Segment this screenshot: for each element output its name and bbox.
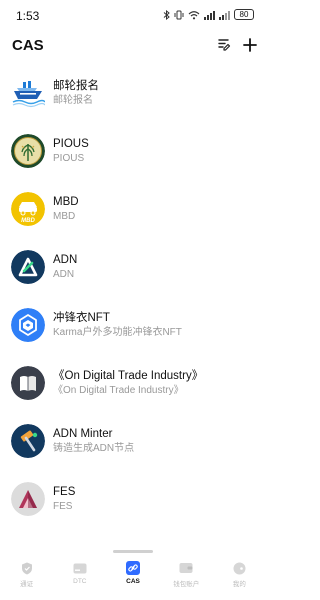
tab-label: 通证 bbox=[20, 581, 34, 588]
list-item-digital-trade[interactable]: 《On Digital Trade Industry》 《On Digital … bbox=[0, 354, 266, 412]
header: CAS bbox=[0, 30, 266, 60]
item-subtitle: 《On Digital Trade Industry》 bbox=[53, 385, 184, 396]
tab-token[interactable]: 通证 bbox=[0, 556, 53, 600]
cruise-ship-logo bbox=[11, 76, 45, 110]
tab-label: 我的 bbox=[232, 581, 246, 588]
item-subtitle: 邮轮报名 bbox=[53, 95, 93, 106]
item-name: 邮轮报名 bbox=[53, 80, 99, 92]
card-icon bbox=[73, 561, 87, 575]
status-icons: 80 bbox=[163, 9, 254, 20]
list-item-jacket-nft[interactable]: 冲锋衣NFT Karma户外多功能冲锋衣NFT bbox=[0, 296, 266, 354]
tab-profile[interactable]: 我的 bbox=[213, 556, 266, 600]
list-item-cruise[interactable]: 邮轮报名 邮轮报名 bbox=[0, 64, 266, 122]
page-title: CAS bbox=[12, 37, 44, 54]
scroll-handle bbox=[113, 550, 153, 553]
vibrate-icon bbox=[174, 10, 184, 19]
list-item-mbd[interactable]: MBD MBD MBD bbox=[0, 180, 266, 238]
item-name: MBD bbox=[53, 196, 79, 208]
status-time: 1:53 bbox=[16, 9, 40, 23]
app-list: 邮轮报名 邮轮报名 PIOUS PIOUS MBD MBD MBD ADN AD… bbox=[0, 64, 266, 528]
adn-logo bbox=[11, 250, 45, 284]
adn-minter-logo bbox=[11, 424, 45, 458]
battery-icon: 80 bbox=[234, 9, 254, 20]
bottom-tab-bar: 通证 DTC CAS 钱包账户 我的 bbox=[0, 556, 266, 600]
list-item-fes[interactable]: FES FES bbox=[0, 470, 266, 528]
wallet-icon bbox=[179, 561, 193, 575]
item-subtitle: 铸造生成ADN节点 bbox=[53, 443, 135, 454]
tab-cas[interactable]: CAS bbox=[106, 556, 159, 600]
svg-text:MBD: MBD bbox=[21, 218, 35, 224]
item-subtitle: ADN bbox=[53, 269, 75, 280]
signal-icon bbox=[204, 10, 215, 20]
fes-logo bbox=[11, 482, 45, 516]
add-button[interactable] bbox=[242, 37, 258, 53]
list-item-adn-minter[interactable]: ADN Minter 铸造生成ADN节点 bbox=[0, 412, 266, 470]
item-name: FES bbox=[53, 486, 76, 498]
item-name: PIOUS bbox=[53, 138, 89, 150]
list-item-pious[interactable]: PIOUS PIOUS bbox=[0, 122, 266, 180]
pious-logo bbox=[11, 134, 45, 168]
tab-label: CAS bbox=[126, 578, 140, 585]
bluetooth-icon bbox=[163, 9, 170, 20]
edit-list-icon bbox=[218, 39, 231, 51]
tab-dtc[interactable]: DTC bbox=[53, 556, 106, 600]
plus-icon bbox=[243, 38, 257, 52]
wifi-icon bbox=[188, 10, 200, 19]
item-name: ADN bbox=[53, 254, 78, 266]
item-subtitle: MBD bbox=[53, 211, 76, 222]
signal-icon bbox=[219, 10, 230, 20]
list-item-adn[interactable]: ADN ADN bbox=[0, 238, 266, 296]
tab-label: 钱包账户 bbox=[173, 581, 200, 588]
item-subtitle: PIOUS bbox=[53, 153, 85, 164]
item-subtitle: Karma户外多功能冲锋衣NFT bbox=[53, 327, 182, 338]
link-icon bbox=[126, 561, 140, 575]
mbd-logo: MBD bbox=[11, 192, 45, 226]
edit-list-button[interactable] bbox=[216, 37, 232, 53]
item-name: ADN Minter bbox=[53, 428, 113, 440]
jacket-nft-logo bbox=[11, 308, 45, 342]
item-subtitle: FES bbox=[53, 501, 73, 512]
status-bar: 1:53 80 bbox=[0, 0, 266, 30]
item-name: 冲锋衣NFT bbox=[53, 312, 110, 324]
tab-label: DTC bbox=[73, 578, 87, 585]
shield-icon bbox=[20, 561, 34, 575]
profile-icon bbox=[232, 561, 246, 575]
item-name: 《On Digital Trade Industry》 bbox=[53, 370, 204, 382]
tab-wallet[interactable]: 钱包账户 bbox=[160, 556, 213, 600]
book-logo bbox=[11, 366, 45, 400]
